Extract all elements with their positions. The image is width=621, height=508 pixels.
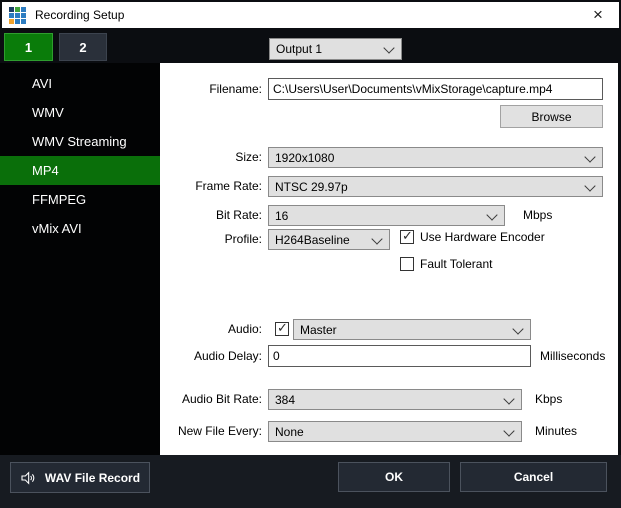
audio-checkbox[interactable]: ✓ xyxy=(275,322,289,336)
use-hardware-encoder-label: Use Hardware Encoder xyxy=(420,227,545,248)
filename-input[interactable]: C:\Users\User\Documents\vMixStorage\capt… xyxy=(268,78,603,100)
bit-rate-label: Bit Rate: xyxy=(160,205,262,226)
window-title: Recording Setup xyxy=(35,8,124,22)
audio-delay-unit: Milliseconds xyxy=(540,346,605,367)
ok-button[interactable]: OK xyxy=(338,462,450,492)
filename-label: Filename: xyxy=(160,79,262,100)
chevron-down-icon xyxy=(584,180,595,191)
new-file-every-label: New File Every: xyxy=(160,421,262,442)
audio-delay-value: 0 xyxy=(273,349,280,363)
speaker-icon xyxy=(20,470,36,486)
bit-rate-value: 16 xyxy=(275,209,288,223)
use-hardware-encoder-checkbox[interactable]: ✓ xyxy=(400,230,414,244)
profile-value: H264Baseline xyxy=(275,233,350,247)
sidebar-item-ffmpeg[interactable]: FFMPEG xyxy=(0,185,160,214)
profile-select[interactable]: H264Baseline xyxy=(268,229,390,250)
chevron-down-icon xyxy=(371,233,382,244)
bit-rate-unit: Mbps xyxy=(523,205,552,226)
frame-rate-select[interactable]: NTSC 29.97p xyxy=(268,176,603,197)
audio-bit-rate-select[interactable]: 384 xyxy=(268,389,522,410)
sidebar-item-wmv-streaming[interactable]: WMV Streaming xyxy=(0,127,160,156)
recording-setup-dialog: Recording Setup × 1 2 Output 1 AVI WMV W… xyxy=(0,0,621,508)
audio-delay-label: Audio Delay: xyxy=(160,346,262,367)
chevron-down-icon xyxy=(486,209,497,220)
check-icon: ✓ xyxy=(277,320,288,336)
chevron-down-icon xyxy=(503,393,514,404)
new-file-every-unit: Minutes xyxy=(535,421,577,442)
audio-label: Audio: xyxy=(160,319,262,340)
chevron-down-icon xyxy=(503,425,514,436)
audio-bit-rate-unit: Kbps xyxy=(535,389,562,410)
sidebar-item-vmix-avi[interactable]: vMix AVI xyxy=(0,214,160,243)
format-sidebar: AVI WMV WMV Streaming MP4 FFMPEG vMix AV… xyxy=(0,63,160,455)
bottom-bar: WAV File Record OK Cancel xyxy=(0,455,621,508)
audio-bit-rate-value: 384 xyxy=(275,393,295,407)
wav-file-record-label: WAV File Record xyxy=(45,471,140,485)
fault-tolerant-label: Fault Tolerant xyxy=(420,254,493,275)
size-label: Size: xyxy=(160,147,262,168)
sidebar-item-wmv[interactable]: WMV xyxy=(0,98,160,127)
frame-rate-value: NTSC 29.97p xyxy=(275,180,348,194)
vmix-logo-icon xyxy=(9,7,26,24)
browse-button[interactable]: Browse xyxy=(500,105,603,128)
bit-rate-select[interactable]: 16 xyxy=(268,205,505,226)
audio-delay-input[interactable]: 0 xyxy=(268,345,531,367)
audio-select[interactable]: Master xyxy=(293,319,531,340)
sidebar-item-avi[interactable]: AVI xyxy=(0,69,160,98)
output-select[interactable]: Output 1 xyxy=(269,38,402,60)
audio-value: Master xyxy=(300,323,337,337)
audio-bit-rate-label: Audio Bit Rate: xyxy=(160,389,262,410)
close-icon[interactable]: × xyxy=(581,2,615,28)
settings-panel: Filename: C:\Users\User\Documents\vMixSt… xyxy=(160,63,618,455)
title-bar: Recording Setup × xyxy=(2,2,619,28)
fault-tolerant-checkbox[interactable]: ✓ xyxy=(400,257,414,271)
sidebar-item-mp4[interactable]: MP4 xyxy=(0,156,160,185)
filename-value: C:\Users\User\Documents\vMixStorage\capt… xyxy=(273,82,552,96)
wav-file-record-button[interactable]: WAV File Record xyxy=(10,462,150,493)
output-select-value: Output 1 xyxy=(276,42,322,56)
profile-label: Profile: xyxy=(160,229,262,250)
chevron-down-icon xyxy=(584,151,595,162)
check-icon: ✓ xyxy=(402,228,413,244)
size-value: 1920x1080 xyxy=(275,151,334,165)
recorder-tab-1[interactable]: 1 xyxy=(4,33,53,61)
frame-rate-label: Frame Rate: xyxy=(160,176,262,197)
size-select[interactable]: 1920x1080 xyxy=(268,147,603,168)
chevron-down-icon xyxy=(512,323,523,334)
chevron-down-icon xyxy=(383,42,394,53)
new-file-every-select[interactable]: None xyxy=(268,421,522,442)
cancel-button[interactable]: Cancel xyxy=(460,462,607,492)
new-file-every-value: None xyxy=(275,425,304,439)
recorder-tab-2[interactable]: 2 xyxy=(59,33,107,61)
